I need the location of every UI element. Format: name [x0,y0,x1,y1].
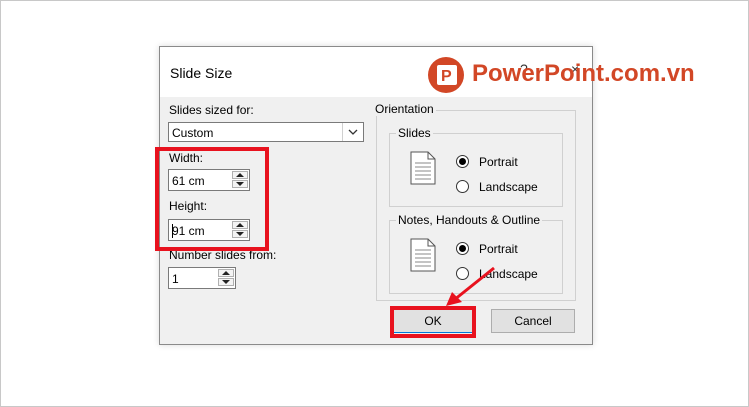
width-value: 61 cm [172,174,205,188]
slides-landscape-radio[interactable] [456,180,469,193]
width-down-icon[interactable] [232,180,248,188]
notes-group-label: Notes, Handouts & Outline [396,213,543,227]
slides-sized-for-label: Slides sized for: [169,103,254,117]
slides-portrait-label: Portrait [479,155,518,169]
slides-landscape-label: Landscape [479,180,538,194]
notes-portrait-radio[interactable] [456,242,469,255]
height-up-icon[interactable] [232,221,248,229]
dialog-title: Slide Size [170,65,233,81]
notes-portrait-label: Portrait [479,242,518,256]
watermark-text: PowerPoint.com.vn [472,60,695,87]
powerpoint-icon: P [428,57,464,93]
number-down-icon[interactable] [218,278,234,286]
slides-portrait-radio[interactable] [456,155,469,168]
width-spinner[interactable]: 61 cm [168,169,250,191]
pointer-arrow-icon [446,266,495,306]
slides-sized-for-select[interactable]: Custom [168,122,364,142]
orientation-label: Orientation [373,102,436,116]
svg-text:P: P [441,68,452,85]
height-spinner[interactable]: 91 cm [168,219,250,241]
ok-button[interactable]: OK [393,309,473,333]
cancel-button[interactable]: Cancel [491,309,575,333]
chevron-down-icon[interactable] [342,123,363,141]
portrait-page-icon [410,151,436,185]
number-up-icon[interactable] [218,269,234,277]
height-value: 91 cm [172,224,205,238]
slides-group-label: Slides [396,126,433,140]
width-label: Width: [169,151,204,165]
number-slides-from-label: Number slides from: [169,248,277,262]
height-down-icon[interactable] [232,230,248,238]
notes-page-icon [410,238,436,272]
powerpoint-logo: P PowerPoint.com.vn [428,53,708,97]
number-slides-spinner[interactable]: 1 [168,267,236,289]
slides-sized-for-value: Custom [172,126,214,140]
height-label: Height: [169,199,208,213]
number-slides-value: 1 [172,272,179,286]
slides-orientation-group: Slides Portrait Landscape [389,126,563,207]
width-up-icon[interactable] [232,171,248,179]
